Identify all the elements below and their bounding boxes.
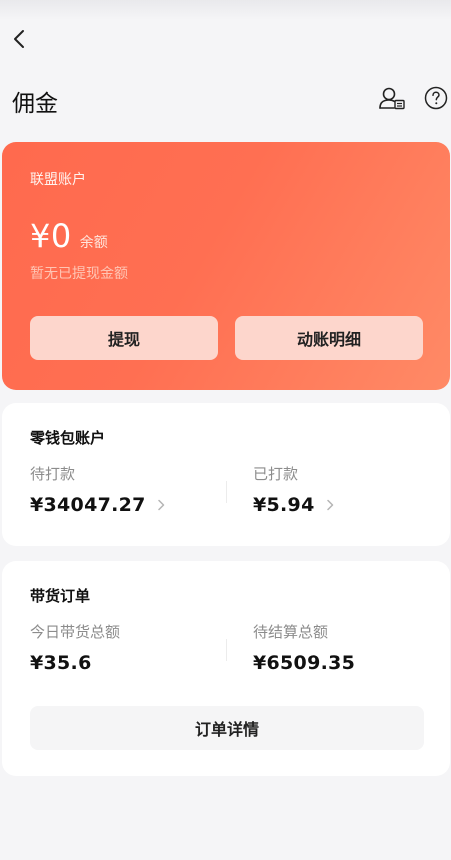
today-total-value: ¥35.6 (30, 652, 92, 674)
alliance-account-label: 联盟账户 (30, 172, 86, 188)
today-total-label: 今日带货总额 (30, 623, 121, 641)
divider (226, 481, 227, 503)
nav-bar (0, 20, 451, 70)
withdraw-button[interactable]: 提现 (30, 316, 218, 360)
pending-payment-label: 待打款 (30, 465, 76, 483)
title-bar: 佣金 (0, 70, 451, 142)
pending-settlement-value: ¥6509.35 (253, 652, 356, 674)
paid-value: ¥5.94 (253, 494, 315, 516)
withdrawn-hint: 暂无已提现金额 (30, 266, 128, 282)
pending-settlement-stat: 待结算总额 ¥6509.35 (253, 621, 355, 674)
pending-settlement-label: 待结算总额 (253, 623, 329, 641)
account-manage-icon[interactable] (378, 86, 406, 112)
pending-payment-stat[interactable]: 待打款 ¥34047.27 (30, 463, 166, 516)
wallet-account-title: 零钱包账户 (30, 429, 106, 447)
goods-orders-title: 带货订单 (30, 587, 91, 605)
page-title: 佣金 (12, 91, 58, 117)
pending-payment-value: ¥34047.27 (30, 494, 146, 516)
wallet-account-card: 零钱包账户 待打款 ¥34047.27 已打款 ¥5.94 (2, 403, 450, 546)
chevron-right-icon (326, 499, 333, 511)
today-total-stat: 今日带货总额 ¥35.6 (30, 621, 120, 674)
alliance-account-card: 联盟账户 ¥0 余额 暂无已提现金额 提现 动账明细 (2, 142, 450, 390)
transaction-detail-button[interactable]: 动账明细 (235, 316, 423, 360)
chevron-right-icon (157, 499, 164, 511)
balance-amount: ¥0 (30, 217, 72, 255)
chevron-left-icon[interactable] (6, 26, 32, 52)
goods-orders-card: 带货订单 今日带货总额 ¥35.6 待结算总额 ¥6509.35 订单详情 (2, 561, 450, 776)
paid-stat[interactable]: 已打款 ¥5.94 (253, 463, 335, 516)
order-detail-button[interactable]: 订单详情 (30, 706, 424, 750)
balance-row: ¥0 余额 (30, 217, 108, 255)
paid-label: 已打款 (253, 465, 299, 483)
balance-suffix: 余额 (79, 235, 108, 251)
divider (226, 639, 227, 661)
question-circle-icon[interactable] (424, 86, 448, 110)
status-bar (0, 0, 451, 20)
